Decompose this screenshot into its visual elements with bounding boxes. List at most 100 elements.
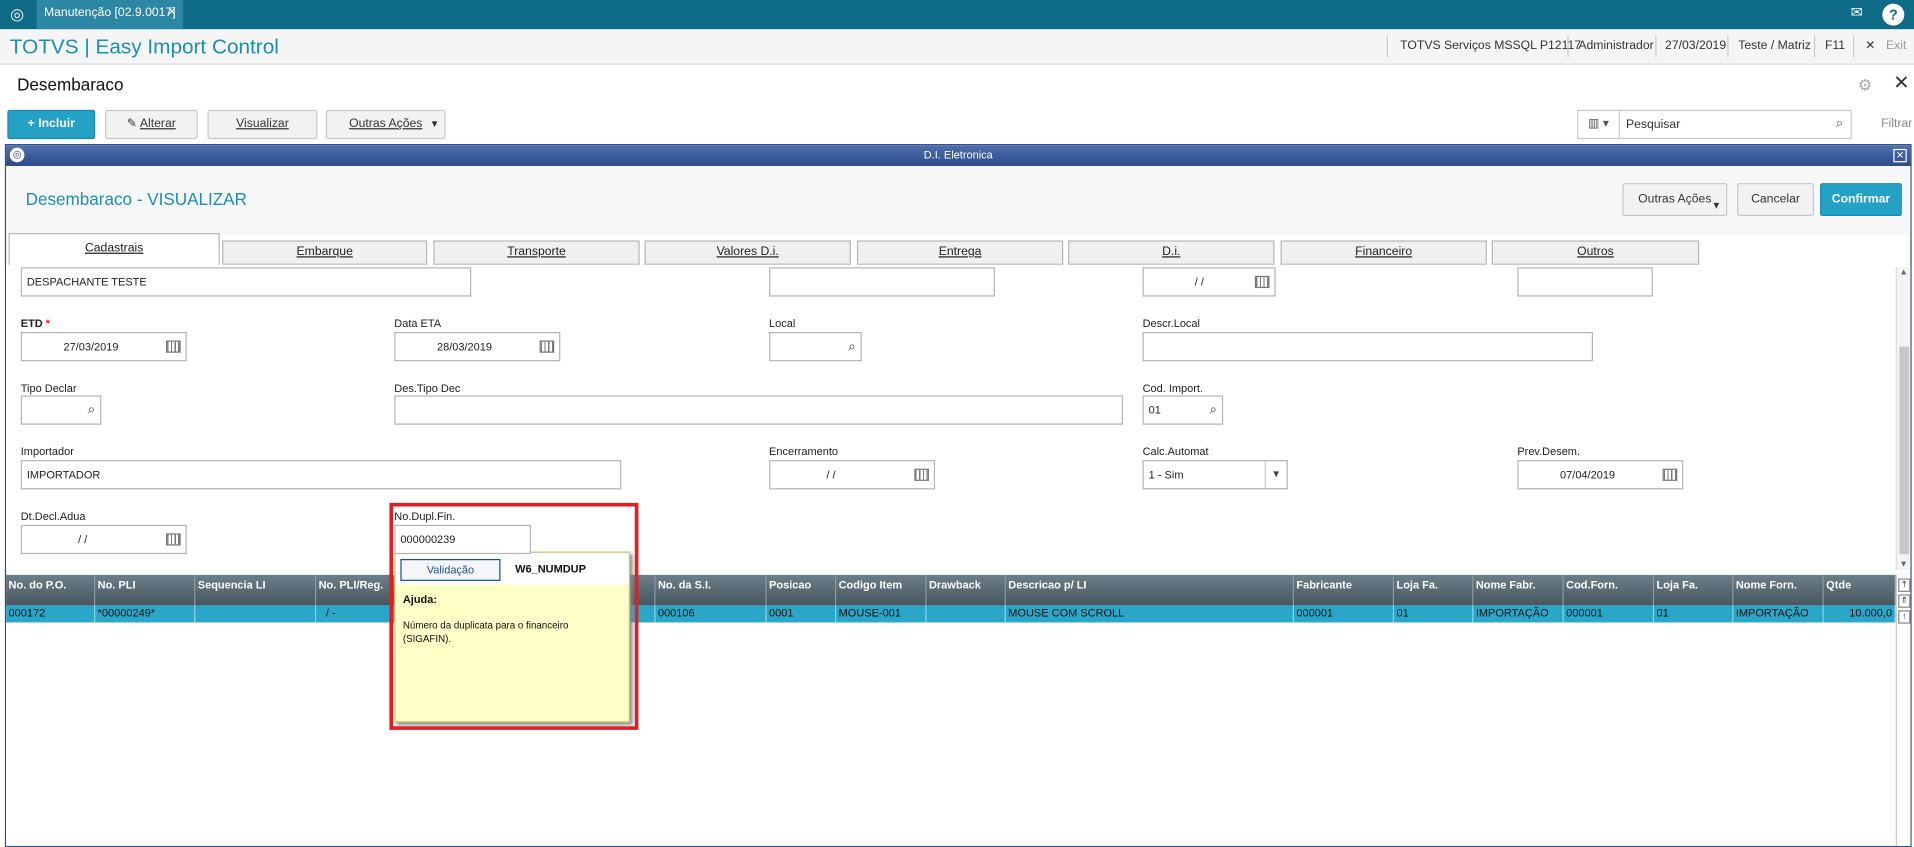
totvs-logo-icon[interactable]: ◎ [4, 2, 30, 27]
col-descricao[interactable]: Descricao p/ LI [1006, 574, 1294, 606]
col-drawback[interactable]: Drawback [927, 574, 1006, 606]
col-nome-fabr[interactable]: Nome Fabr. [1473, 574, 1564, 606]
validacao-button[interactable]: Validação [400, 558, 501, 581]
help-icon[interactable]: ? [1882, 3, 1905, 26]
filtrar-link[interactable]: Filtrar [1881, 117, 1912, 130]
grid-header: No. do P.O. No. PLI Sequencia LI No. PLI… [6, 574, 1911, 606]
col-nome-forn[interactable]: Nome Forn. [1733, 574, 1824, 606]
col-no-pli[interactable]: No. PLI [95, 574, 196, 606]
dialog-close-icon[interactable]: ✕ [1893, 148, 1907, 163]
despachante-field[interactable]: DESPACHANTE TESTE [20, 267, 472, 297]
local-field[interactable]: ⌕ [769, 331, 862, 362]
scroll-up-icon[interactable]: ▲ [1899, 269, 1907, 278]
scroll-top-icon[interactable]: ⤒ [1898, 578, 1911, 592]
chevron-down-icon[interactable]: ▼ [1264, 461, 1287, 489]
data-eta-field[interactable]: 28/03/2019 [394, 331, 561, 362]
grid-scrollbar[interactable]: ⤒ ⇑ ↑ [1895, 574, 1911, 846]
etd-field[interactable]: 27/03/2019 [20, 331, 187, 362]
col-codigo-item[interactable]: Codigo Item [836, 574, 927, 606]
cancelar-button[interactable]: Cancelar [1737, 183, 1814, 217]
mail-icon[interactable]: ✉ [1851, 4, 1863, 21]
calendar-icon[interactable] [166, 533, 181, 546]
cell-drawback [927, 605, 1006, 623]
tab-di[interactable]: D.i. [1068, 240, 1275, 265]
cell-descricao: MOUSE COM SCROLL [1006, 605, 1294, 623]
tab-entrega[interactable]: Entrega [856, 240, 1064, 265]
search-input[interactable]: Pesquisar [1626, 118, 1680, 131]
alterar-label: Alterar [139, 117, 176, 131]
no-dupl-fin-field[interactable]: 000000239 [394, 524, 532, 555]
search-icon[interactable]: ⌕ [88, 397, 96, 424]
exit-label[interactable]: Exit [1886, 39, 1906, 52]
tipo-declar-field[interactable]: ⌕ [20, 395, 102, 425]
col-posicao[interactable]: Posicao [767, 574, 837, 606]
scroll-down-icon[interactable]: ▼ [1899, 560, 1907, 569]
columns-icon[interactable]: ▥ ▾ [1578, 111, 1620, 138]
form-scrollbar[interactable]: ▲ ▼ [1895, 267, 1911, 570]
exit-icon[interactable]: ✕ [1865, 39, 1875, 52]
environment-label: TOTVS Serviços MSSQL P12117 [1400, 39, 1582, 53]
form-area: DESPACHANTE TESTE / / ETD * 27/03/2019 D… [6, 264, 1896, 570]
tab-embarque[interactable]: Embarque [222, 240, 428, 265]
prev-desem-field[interactable]: 07/04/2019 [1517, 460, 1684, 490]
col-fabricante[interactable]: Fabricante [1294, 574, 1395, 606]
scroll-up-icon[interactable]: ↑ [1898, 610, 1911, 624]
tab-outros[interactable]: Outros [1491, 240, 1700, 265]
scroll-thumb[interactable] [1899, 346, 1910, 555]
visualizar-button[interactable]: Visualizar [207, 109, 318, 140]
calendar-icon[interactable] [914, 468, 929, 481]
col-cod-forn[interactable]: Cod.Forn. [1564, 574, 1655, 606]
etd-value: 27/03/2019 [63, 340, 119, 353]
user-label[interactable]: Administrador [1578, 39, 1653, 52]
col-sequencia-li[interactable]: Sequencia LI [195, 574, 317, 606]
search-box[interactable]: ▥ ▾ Pesquisar ⌕ [1577, 109, 1852, 140]
confirmar-button[interactable]: Confirmar [1820, 183, 1902, 217]
dialog-outras-acoes-button[interactable]: Outras Ações ▼ [1622, 183, 1728, 217]
cod-import-field[interactable]: 01 ⌕ [1142, 395, 1224, 425]
tab-manutencao[interactable]: Manutenção [02.9.0017] × [36, 0, 184, 30]
gear-icon[interactable]: ⚙ [1858, 76, 1872, 96]
chevron-down-icon: ▼ [1711, 200, 1722, 212]
date-label[interactable]: 27/03/2019 [1665, 39, 1726, 52]
outras-acoes-button[interactable]: Outras Ações ▼ [325, 109, 446, 140]
pencil-icon: ✎ [126, 117, 140, 131]
dialog-title: Desembaraco - VISUALIZAR [25, 189, 247, 209]
descr-local-field[interactable] [1142, 331, 1594, 362]
col-qtde[interactable]: Qtde [1824, 574, 1896, 606]
dt-decl-adua-field[interactable]: / / [20, 524, 187, 555]
col-loja-fa-2[interactable]: Loja Fa. [1654, 574, 1734, 606]
calc-automat-select[interactable]: 1 - Sim ▼ [1142, 460, 1288, 490]
table-row[interactable]: 000172 *00000249* / - 000106 0001 MOUSE-… [6, 605, 1896, 623]
date-field-blank[interactable]: / / [1142, 267, 1276, 297]
calendar-icon[interactable] [166, 340, 181, 353]
col-loja-fa[interactable]: Loja Fa. [1394, 574, 1474, 606]
scroll-page-up-icon[interactable]: ⇑ [1898, 594, 1911, 608]
alterar-button[interactable]: ✎ Alterar [104, 109, 198, 140]
col-no-po[interactable]: No. do P.O. [6, 574, 96, 606]
incluir-button[interactable]: + Incluir [7, 109, 96, 140]
tab-valores-di[interactable]: Valores D.i. [644, 240, 851, 265]
search-icon[interactable]: ⌕ [1210, 397, 1218, 424]
tab-cadastrais[interactable]: Cadastrais [8, 233, 220, 265]
close-icon[interactable]: ✕ [1893, 71, 1909, 95]
blank-field-2[interactable] [1517, 267, 1653, 297]
tab-transporte[interactable]: Transporte [433, 240, 640, 265]
calendar-icon[interactable] [1254, 275, 1270, 289]
divider [1813, 35, 1816, 58]
tab-close-icon[interactable]: × [168, 5, 176, 20]
branch-label[interactable]: Teste / Matriz [1738, 39, 1811, 52]
calendar-icon[interactable] [1662, 468, 1678, 481]
search-icon[interactable]: ⌕ [1836, 116, 1844, 132]
encerramento-field[interactable]: / / [769, 460, 936, 490]
calc-automat-label: Calc.Automat [1142, 445, 1209, 458]
cell-seq [195, 605, 317, 623]
des-tipo-dec-field[interactable] [394, 395, 1124, 425]
importador-field[interactable]: IMPORTADOR [20, 460, 622, 490]
blank-field-1[interactable] [769, 267, 995, 297]
f11-label[interactable]: F11 [1825, 39, 1845, 52]
chevron-down-icon: ▼ [429, 118, 440, 130]
col-no-si[interactable]: No. da S.I. [656, 574, 767, 606]
search-icon[interactable]: ⌕ [848, 333, 856, 360]
calendar-icon[interactable] [539, 340, 555, 353]
tab-financeiro[interactable]: Financeiro [1280, 240, 1487, 265]
